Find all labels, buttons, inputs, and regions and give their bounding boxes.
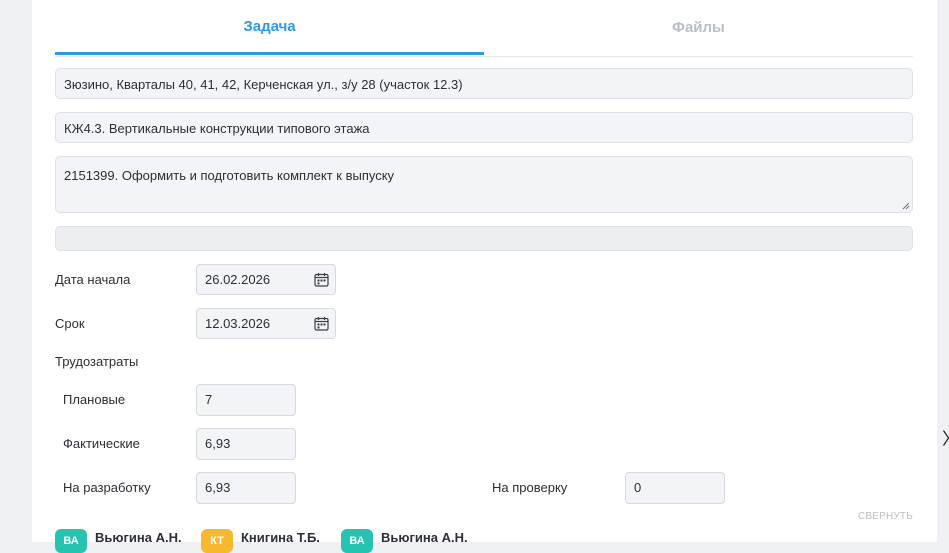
development-label: На разработку [63, 480, 151, 495]
tab-bar: Задача Файлы [55, 0, 913, 57]
section-field[interactable]: КЖ4.3. Вертикальные конструкции типового… [55, 112, 913, 143]
review-input[interactable]: 0 [625, 472, 725, 504]
address-field[interactable]: Зюзино, Кварталы 40, 41, 42, Керченская … [55, 68, 913, 99]
start-date-label: Дата начала [55, 272, 131, 287]
planned-label: Плановые [63, 392, 126, 407]
extra-field[interactable] [55, 226, 913, 251]
actual-label: Фактические [63, 436, 140, 451]
review-label: На проверку [492, 480, 568, 495]
deadline-label: Срок [55, 316, 85, 331]
description-textarea[interactable]: 2151399. Оформить и подготовить комплект… [55, 156, 913, 213]
assignee-name: Вьюгина А.Н. [381, 530, 468, 545]
task-panel: Задача Файлы Зюзино, Кварталы 40, 41, 42… [32, 0, 937, 553]
assignee-chip[interactable]: ВА Вьюгина А.Н. [55, 529, 182, 553]
tab-files[interactable]: Файлы [484, 0, 913, 55]
avatar: КТ [201, 529, 233, 553]
avatar: ВА [341, 529, 373, 553]
labor-title: Трудозатраты [55, 354, 139, 369]
actual-input[interactable]: 6,93 [196, 428, 296, 460]
assignee-chip[interactable]: КТ Книгина Т.Б. [201, 529, 320, 553]
planned-input[interactable]: 7 [196, 384, 296, 416]
avatar: ВА [55, 529, 87, 553]
assignee-name: Книгина Т.Б. [241, 530, 320, 545]
deadline-value: 12.03.2026 [205, 316, 271, 331]
calendar-icon[interactable] [314, 316, 329, 331]
start-date-value: 26.02.2026 [205, 272, 271, 287]
deadline-input[interactable]: 12.03.2026 [196, 308, 336, 339]
mouse-cursor-icon [943, 430, 949, 446]
start-date-input[interactable]: 26.02.2026 [196, 264, 336, 295]
description-text: 2151399. Оформить и подготовить комплект… [64, 168, 395, 183]
resize-handle-icon[interactable] [902, 202, 910, 210]
assignee-name: Вьюгина А.Н. [95, 530, 182, 545]
assignee-chip[interactable]: ВА Вьюгина А.Н. [341, 529, 468, 553]
calendar-icon[interactable] [314, 272, 329, 287]
collapse-button[interactable]: СВЕРНУТЬ [858, 511, 913, 522]
tab-task[interactable]: Задача [55, 0, 484, 55]
development-input[interactable]: 6,93 [196, 472, 296, 504]
